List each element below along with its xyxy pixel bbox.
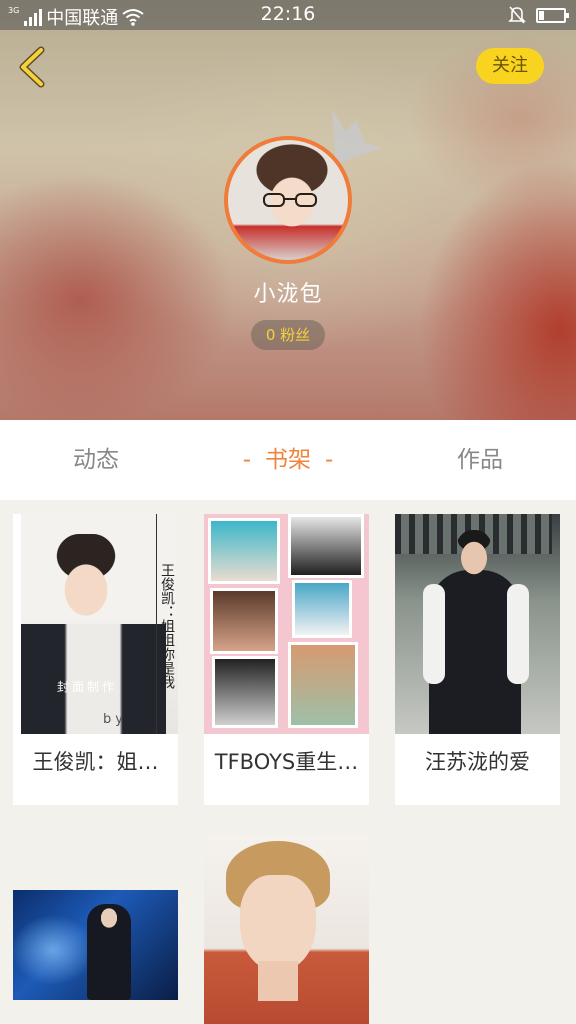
tab-dash-right: - [325,447,334,473]
cover-caption: 封面制作 [57,680,118,694]
status-right [508,5,569,25]
tab-label: 书架 [265,447,311,473]
glasses-graphic [263,193,317,207]
book-card[interactable]: TFBOYS重生… [204,514,369,805]
tab-bookshelf[interactable]: - 书架 - [192,420,384,500]
fans-count-badge[interactable]: 0 粉丝 [251,320,325,350]
cover-figure-sleeve [423,584,445,684]
collage-photo [208,518,280,584]
status-bar: 3G 中国联通 22:16 [0,0,576,30]
tab-dash-left: - [242,447,251,473]
cover-figure-face [455,530,493,578]
cover-figure-neck [258,961,298,1001]
cover-figure-sleeve [507,584,529,684]
tab-works[interactable]: 作品 [384,420,576,500]
book-cover [204,514,369,734]
tab-label: 作品 [457,447,503,473]
collage-photo [210,588,278,654]
book-title: 王俊凯：姐… [32,750,159,774]
book-title: TFBOYS重生… [214,750,359,774]
profile-tabs: 动态 - 书架 - 作品 [0,420,576,500]
collage-photo [288,642,358,728]
book-card[interactable] [13,890,178,1000]
book-card[interactable]: 王俊凯：姐姐你是我 封面制作 by 王俊凯：姐… [13,514,178,805]
book-card[interactable]: 汪苏泷的爱 [395,514,560,805]
mute-icon [508,6,526,24]
battery-icon [536,7,569,23]
username: 小泷包 [253,282,323,307]
collage-photo [288,514,364,578]
collage-photo [212,656,278,728]
status-time: 22:16 [260,3,316,25]
cover-figure-face [51,534,121,630]
collage-photo [292,580,352,638]
back-button[interactable] [14,46,54,88]
cover-by: by [103,712,127,727]
tab-label: 动态 [73,447,119,473]
book-cover: 王俊凯：姐姐你是我 封面制作 by [21,514,178,734]
tab-dynamics[interactable]: 动态 [0,420,192,500]
cover-figure [87,904,131,1000]
cover-side-text: 王俊凯：姐姐你是我 [156,514,178,734]
avatar[interactable] [224,136,352,264]
follow-button[interactable]: 关注 [476,48,544,84]
book-cover [204,835,369,1024]
profile-header: 关注 小泷包 0 粉丝 [0,0,576,420]
book-cover [395,514,560,734]
book-cover [13,890,178,1000]
book-card[interactable] [204,835,369,1024]
book-title: 汪苏泷的爱 [425,750,530,774]
cover-figure-face [240,875,316,971]
